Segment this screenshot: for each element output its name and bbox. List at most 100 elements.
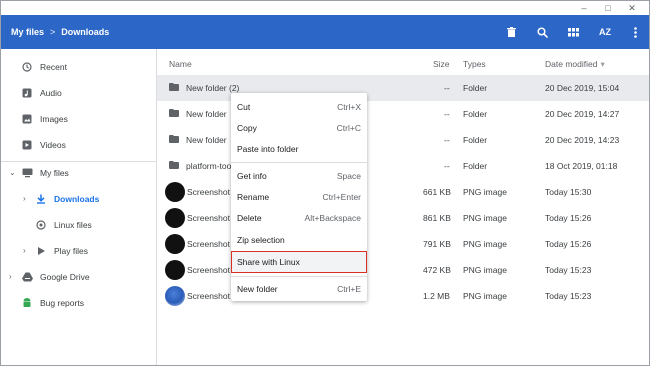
file-name: platform-too bbox=[186, 161, 232, 171]
breadcrumb-my-files[interactable]: My files bbox=[11, 27, 44, 37]
search-icon[interactable] bbox=[532, 15, 552, 49]
file-name: New folder bbox=[186, 109, 227, 119]
file-size: 861 KB bbox=[423, 213, 451, 223]
menu-item-zip-selection[interactable]: Zip selection bbox=[231, 230, 367, 250]
breadcrumb: My files > Downloads bbox=[11, 15, 109, 49]
sidebar-item-google-drive[interactable]: Google Drive bbox=[21, 266, 90, 288]
file-date: 20 Dec 2019, 15:04 bbox=[545, 83, 620, 93]
file-name: Screenshot bbox=[187, 291, 230, 301]
menu-item-delete[interactable]: Delete Alt+Backspace bbox=[231, 208, 367, 228]
file-type: PNG image bbox=[463, 291, 507, 301]
file-name: New folder bbox=[186, 135, 227, 145]
sidebar-item-images[interactable]: Images bbox=[21, 108, 68, 130]
sidebar-item-my-files[interactable]: My files bbox=[21, 162, 69, 184]
file-date: Today 15:26 bbox=[545, 213, 592, 223]
chevron-right-icon[interactable]: › bbox=[23, 246, 26, 255]
file-name: Screenshot bbox=[187, 239, 230, 249]
breadcrumb-downloads[interactable]: Downloads bbox=[61, 27, 109, 37]
sidebar-item-videos[interactable]: Videos bbox=[21, 134, 66, 156]
sidebar-item-linux-files[interactable]: Linux files bbox=[35, 214, 92, 236]
context-menu: Cut Ctrl+X Copy Ctrl+C Paste into folder… bbox=[231, 93, 367, 301]
grid-view-icon[interactable] bbox=[563, 15, 583, 49]
menu-item-cut[interactable]: Cut Ctrl+X bbox=[231, 97, 367, 117]
menu-item-label: New folder bbox=[237, 284, 278, 294]
play-icon bbox=[35, 245, 47, 257]
more-icon[interactable] bbox=[625, 15, 645, 49]
menu-item-shortcut: Alt+Backspace bbox=[304, 213, 361, 223]
menu-item-label: Paste into folder bbox=[237, 144, 299, 154]
column-header-name[interactable]: Name bbox=[169, 53, 192, 75]
sidebar-item-recent[interactable]: Recent bbox=[21, 56, 67, 78]
sort-az-icon[interactable]: AZ bbox=[595, 15, 615, 49]
column-header-types[interactable]: Types bbox=[463, 53, 486, 75]
chevron-down-icon[interactable]: ⌄ bbox=[9, 168, 16, 177]
menu-item-rename[interactable]: Rename Ctrl+Enter bbox=[231, 187, 367, 207]
file-size: -- bbox=[444, 135, 450, 145]
android-icon bbox=[21, 297, 33, 309]
audio-icon bbox=[21, 87, 33, 99]
menu-item-shortcut: Ctrl+X bbox=[337, 102, 361, 112]
menu-separator bbox=[231, 162, 367, 163]
file-size: 791 KB bbox=[423, 239, 451, 249]
sidebar-item-audio[interactable]: Audio bbox=[21, 82, 62, 104]
app-header: My files > Downloads AZ bbox=[1, 15, 649, 49]
menu-item-shortcut: Ctrl+E bbox=[337, 284, 361, 294]
file-size: 472 KB bbox=[423, 265, 451, 275]
menu-item-copy[interactable]: Copy Ctrl+C bbox=[231, 118, 367, 138]
download-icon bbox=[35, 193, 47, 205]
file-type: Folder bbox=[463, 161, 488, 171]
sidebar-item-label: Play files bbox=[54, 246, 89, 256]
sidebar-item-downloads[interactable]: Downloads bbox=[35, 188, 99, 210]
file-size: -- bbox=[444, 161, 450, 171]
sidebar: Recent Audio Images Videos ⌄ My files › … bbox=[1, 49, 157, 365]
file-type: Folder bbox=[463, 83, 488, 93]
minimize-button[interactable]: – bbox=[573, 1, 595, 15]
menu-item-new-folder[interactable]: New folder Ctrl+E bbox=[231, 279, 367, 299]
sidebar-item-label: Bug reports bbox=[40, 298, 84, 308]
menu-item-paste-into-folder[interactable]: Paste into folder bbox=[231, 139, 367, 159]
chevron-right-icon[interactable]: › bbox=[23, 194, 26, 203]
maximize-button[interactable]: □ bbox=[597, 1, 619, 15]
file-date: Today 15:30 bbox=[545, 187, 592, 197]
file-type: PNG image bbox=[463, 239, 507, 249]
videos-icon bbox=[21, 139, 33, 151]
menu-item-label: Copy bbox=[237, 123, 257, 133]
chevron-right-icon[interactable]: › bbox=[9, 272, 12, 281]
menu-item-label: Get info bbox=[237, 171, 267, 181]
column-header-size[interactable]: Size bbox=[433, 53, 450, 75]
delete-icon[interactable] bbox=[501, 15, 521, 49]
menu-item-shortcut: Ctrl+C bbox=[336, 123, 361, 133]
column-header-date[interactable]: Date modified ▾ bbox=[545, 53, 605, 75]
sidebar-item-play-files[interactable]: Play files bbox=[35, 240, 88, 262]
image-thumbnail bbox=[165, 234, 185, 254]
menu-item-get-info[interactable]: Get info Space bbox=[231, 166, 367, 186]
menu-item-shortcut: Space bbox=[336, 171, 361, 181]
sidebar-item-label: Downloads bbox=[54, 194, 100, 204]
folder-icon bbox=[169, 83, 179, 91]
image-thumbnail bbox=[165, 208, 185, 228]
menu-item-share-with-linux[interactable]: Share with Linux bbox=[231, 251, 367, 273]
folder-icon bbox=[169, 161, 179, 169]
window-titlebar: – □ ✕ bbox=[1, 1, 649, 15]
file-date: 18 Oct 2019, 01:18 bbox=[545, 161, 618, 171]
sidebar-item-label: Videos bbox=[40, 140, 66, 150]
sidebar-item-bug-reports[interactable]: Bug reports bbox=[21, 292, 84, 314]
image-thumbnail bbox=[165, 260, 185, 280]
file-name: Screenshot bbox=[187, 265, 230, 275]
menu-item-label: Zip selection bbox=[237, 235, 285, 245]
sort-arrow-icon: ▾ bbox=[600, 58, 605, 69]
drive-icon bbox=[21, 271, 33, 283]
folder-icon bbox=[169, 109, 179, 117]
menu-item-label: Delete bbox=[237, 213, 262, 223]
menu-item-shortcut: Ctrl+Enter bbox=[322, 192, 362, 202]
file-size: 1.2 MB bbox=[423, 291, 450, 301]
sidebar-item-label: Audio bbox=[40, 88, 62, 98]
file-size: -- bbox=[444, 109, 450, 119]
sidebar-item-label: Linux files bbox=[54, 220, 92, 230]
menu-item-label: Cut bbox=[237, 102, 251, 112]
file-name: Screenshot bbox=[187, 187, 230, 197]
breadcrumb-separator: > bbox=[50, 27, 56, 37]
files-app-window: – □ ✕ My files > Downloads AZ Recent Aud… bbox=[0, 0, 650, 366]
close-button[interactable]: ✕ bbox=[621, 1, 643, 15]
recent-icon bbox=[21, 61, 33, 73]
